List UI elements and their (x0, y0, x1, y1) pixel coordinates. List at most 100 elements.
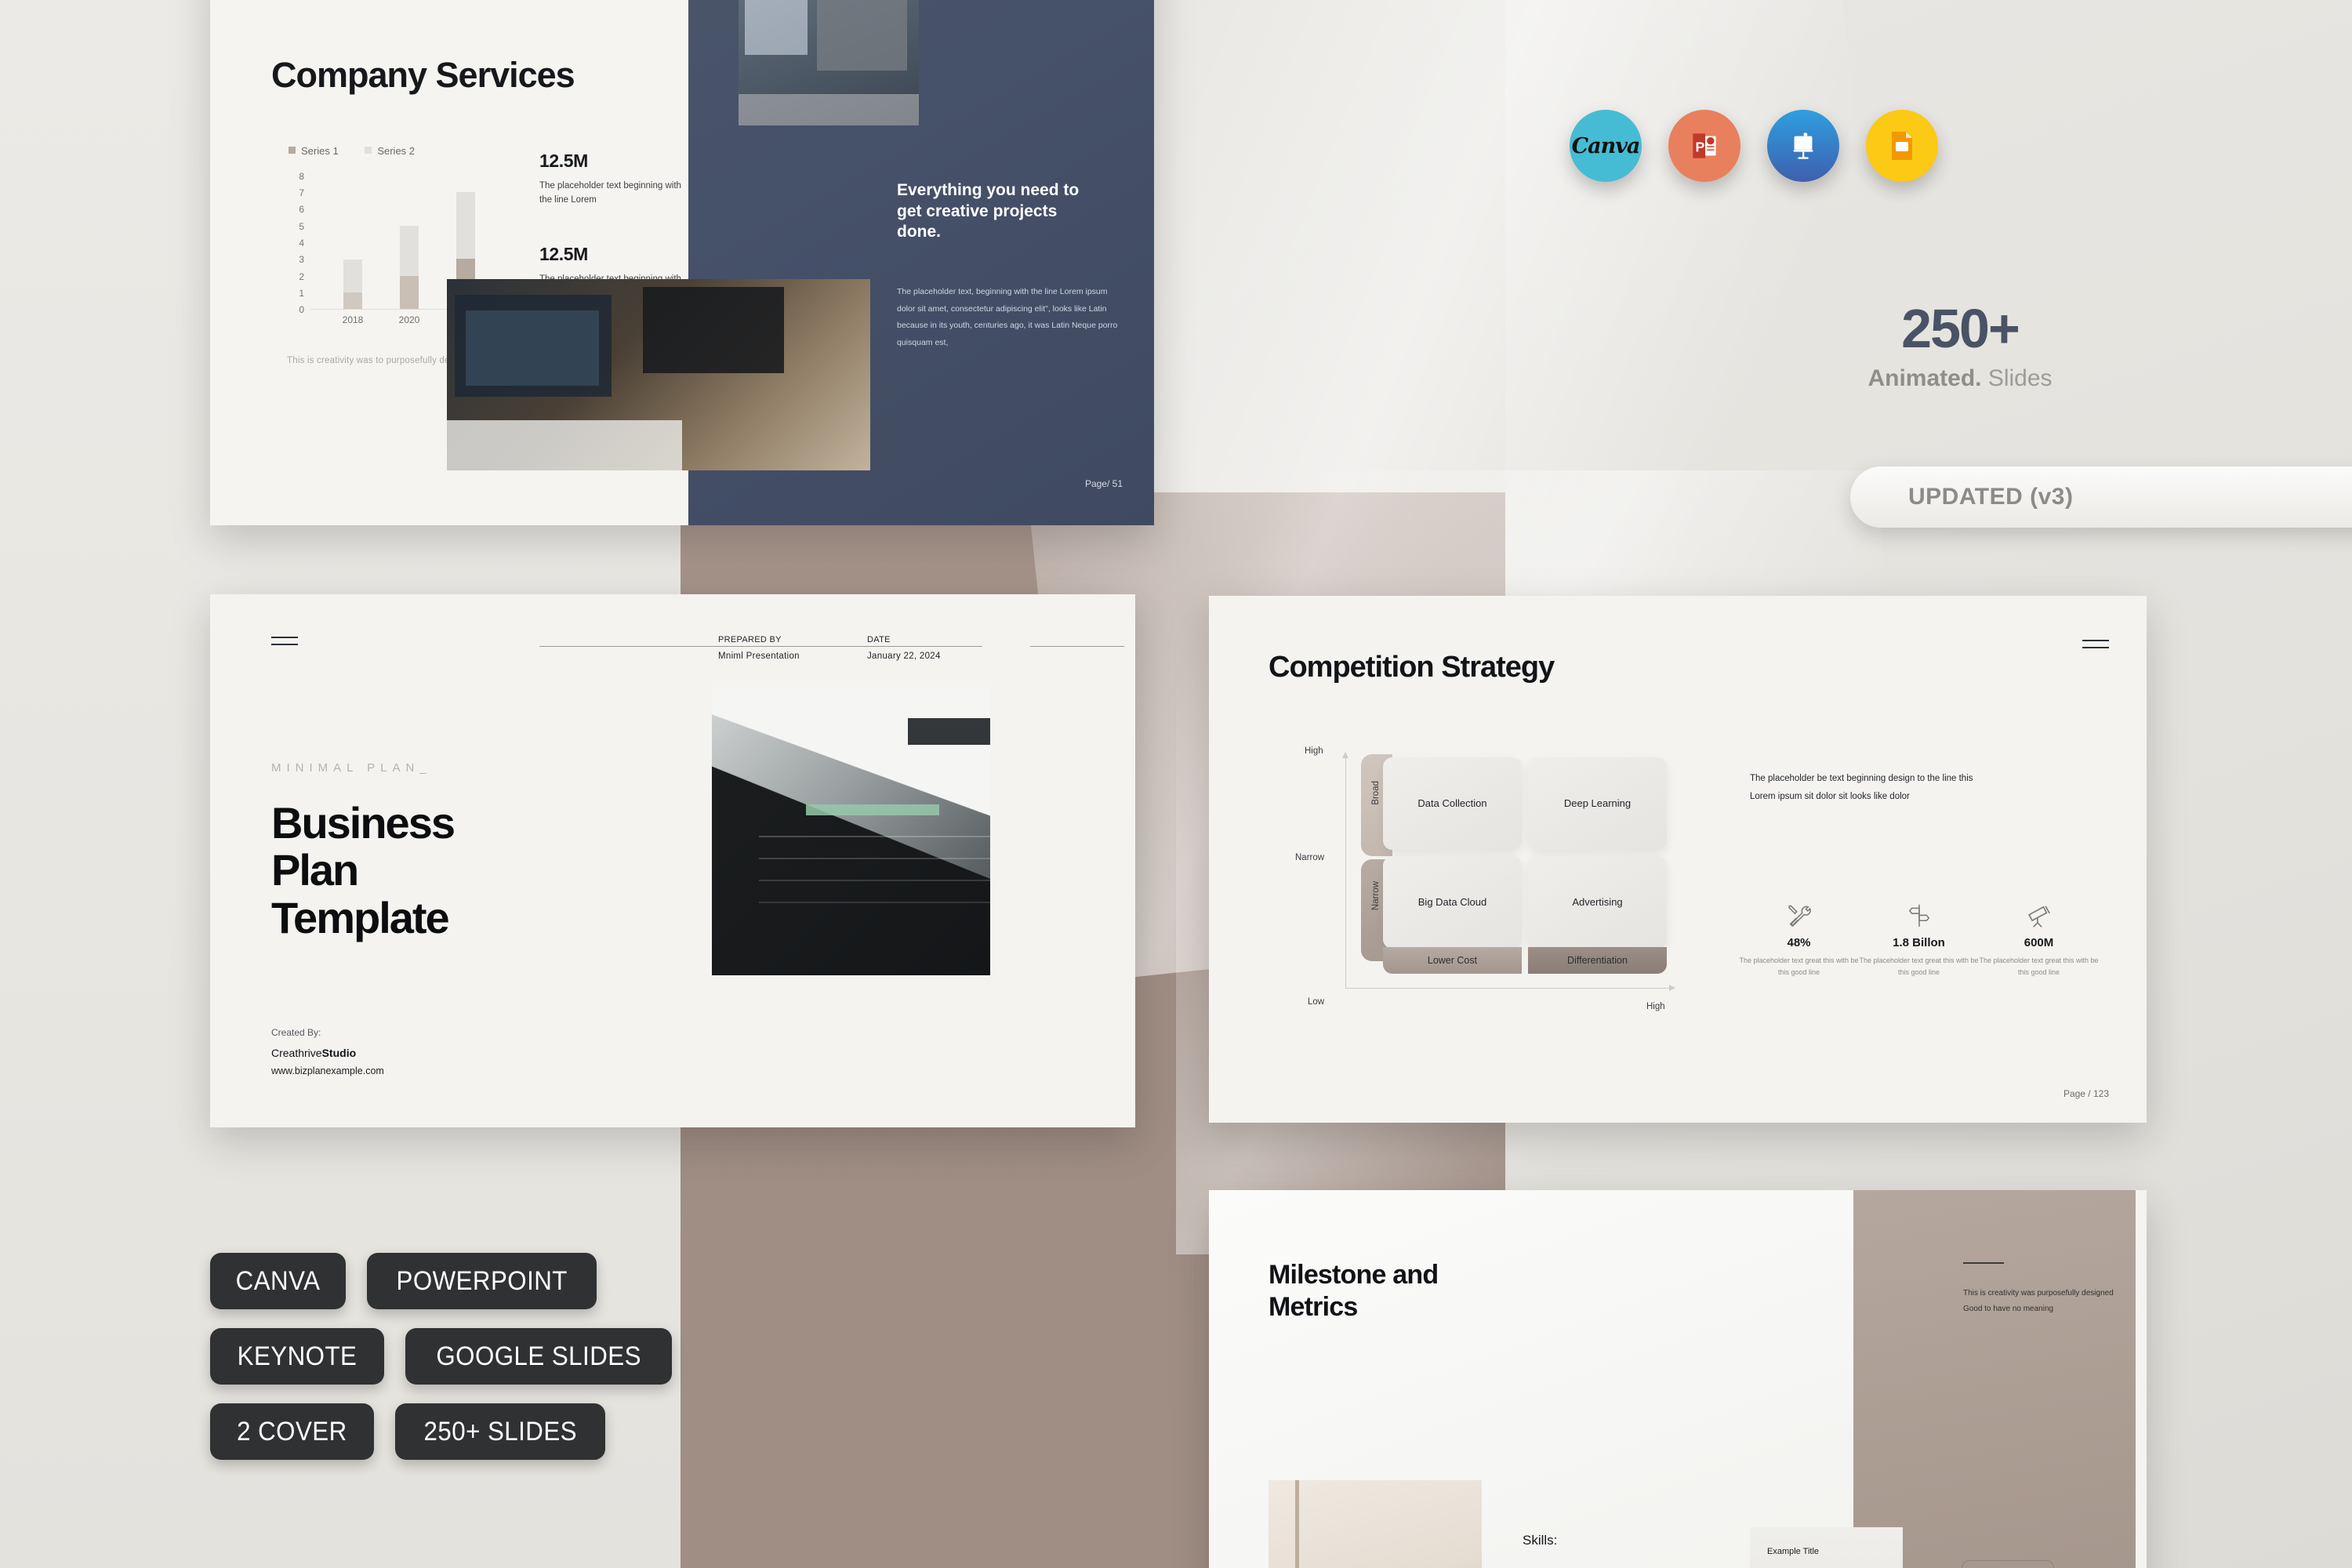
powerpoint-icon[interactable]: P (1668, 110, 1740, 182)
card-row-title: Example Title (1767, 1547, 1820, 1556)
tan-note: This is creativity was purposefully desi… (1963, 1286, 2147, 1316)
stat-value: 12.5M (539, 151, 588, 171)
updated-label: UPDATED (v3) (1908, 484, 2074, 510)
matrix-cell-data-collection[interactable]: Data Collection (1383, 757, 1522, 850)
tools-icon (1739, 898, 1859, 933)
hamburger-menu-icon[interactable] (2082, 640, 2109, 654)
photo-man-on-phone (739, 0, 919, 125)
services-headline: Everything you need to get creative proj… (897, 181, 1080, 241)
milestone-white-panel: Milestone and Metrics Skills: 60% 40% (1209, 1190, 1853, 1568)
stat-caption: The placeholder text great this with be … (1979, 956, 2099, 976)
matrix-grid: Broad Narrow Data Collection Deep Learni… (1361, 754, 1673, 974)
tan-note-line-2: Good to have no meaning (1963, 1304, 2054, 1313)
google-slides-icon[interactable] (1866, 110, 1938, 182)
stat-item-signpost: 1.8 Billon The placeholder text great th… (1859, 898, 1979, 978)
stat-value: 48% (1787, 936, 1811, 949)
stat-item-tools: 48% The placeholder text great this with… (1739, 898, 1859, 978)
chip-row-2: KEYNOTE GOOGLE SLIDES (210, 1328, 806, 1385)
studio-name: CreathriveStudio (271, 1047, 356, 1059)
chip-canva[interactable]: CANVA (210, 1253, 347, 1309)
keynote-icon[interactable] (1767, 110, 1839, 182)
photo-interior-chair (1269, 1480, 1482, 1568)
services-right-panel: Everything you need to get creative proj… (447, 0, 1154, 525)
stat-text: The placeholder text beginning with the … (539, 181, 681, 205)
svg-text:P: P (1696, 139, 1705, 154)
chip-250-slides[interactable]: 250+ SLIDES (394, 1403, 606, 1460)
skills-label: Skills: (1523, 1533, 1558, 1548)
matrix-cell-deep-learning[interactable]: Deep Learning (1528, 757, 1667, 850)
milestone-info-card: Example Title Sep 28, 2024 (1750, 1527, 1903, 1568)
slide-milestone-metrics[interactable]: This is creativity was purposefully desi… (1209, 1190, 2147, 1568)
chip-google-slides[interactable]: GOOGLE SLIDES (405, 1328, 673, 1385)
slide-company-services[interactable]: Company Services Series 1 Series 2 8 7 6… (210, 0, 1154, 525)
stat-caption: The placeholder text great this with be … (1739, 956, 1859, 976)
prepared-by-value: Mniml Presentation (718, 652, 800, 661)
website-url: www.bizplanexample.com (271, 1065, 384, 1076)
strategy-stat-row: 48% The placeholder text great this with… (1739, 898, 2100, 978)
date-label: DATE (867, 635, 891, 644)
hamburger-menu-icon[interactable] (271, 637, 298, 651)
stat-value: 600M (2024, 936, 2054, 949)
page-number: Page / 123 (2063, 1088, 2109, 1099)
created-by-label: Created By: (271, 1027, 321, 1038)
title-line-1: Milestone and (1269, 1260, 1439, 1290)
matrix-cell-big-data-cloud[interactable]: Big Data Cloud (1383, 856, 1522, 949)
slide-competition-strategy[interactable]: Competition Strategy High Narrow Low Hig… (1209, 596, 2147, 1123)
title-line-2: Plan (271, 845, 359, 895)
canva-icon[interactable]: Canva (1570, 110, 1642, 182)
photo-architecture (712, 687, 990, 975)
page-title: Company Services (271, 55, 575, 95)
app-badge-row: Canva P (1570, 110, 1938, 182)
bar-2018 (343, 260, 362, 309)
strategy-paragraph: The placeholder be text beginning design… (1750, 774, 1973, 801)
slide-count-number: 250+ (1901, 298, 2020, 359)
stat-item-telescope: 600M The placeholder text great this wit… (1979, 898, 2099, 978)
keynote-glyph (1793, 132, 1813, 159)
chip-powerpoint[interactable]: POWERPOINT (367, 1253, 597, 1309)
chip-row-3: 2 COVER 250+ SLIDES (210, 1403, 806, 1460)
strategy-matrix: High Narrow Low High Broad Narrow Data C… (1295, 746, 1681, 1011)
prepared-by-block: PREPARED BY Mniml Presentation (718, 635, 800, 661)
matrix-cell-advertising[interactable]: Advertising (1528, 856, 1667, 949)
page-title: Business Plan Template (271, 799, 456, 942)
date-value: January 22, 2024 (867, 652, 941, 661)
milestone-button[interactable]: Milestone (1962, 1560, 2054, 1568)
stat-block-1: 12.5M The placeholder text beginning wit… (539, 151, 688, 208)
chart-y-axis: 8 7 6 5 4 3 2 1 0 (299, 171, 304, 315)
chip-row-1: CANVA POWERPOINT (210, 1253, 806, 1309)
stat-caption: The placeholder text great this with be … (1859, 956, 1979, 976)
row-tab-broad-label: Broad (1371, 781, 1381, 805)
services-stat-list: 12.5M The placeholder text beginning wit… (539, 151, 688, 301)
legend-item-series-2: Series 2 (365, 145, 415, 157)
studio-light: Creathrive (271, 1047, 322, 1059)
page-title: Competition Strategy (1269, 651, 1555, 684)
chart-legend: Series 1 Series 2 (289, 145, 438, 157)
legend-item-series-1: Series 1 (289, 145, 339, 157)
updated-badge: UPDATED (v3) (1850, 466, 2352, 528)
column-tab-differentiation: Differentiation (1528, 947, 1667, 974)
mockup-canvas: Company Services Series 1 Series 2 8 7 6… (0, 0, 2352, 1568)
bar-2020 (400, 226, 419, 309)
studio-bold: Studio (321, 1047, 357, 1059)
matrix-x-axis (1345, 985, 1675, 991)
chip-keynote[interactable]: KEYNOTE (210, 1328, 384, 1385)
photo-laptop-desk (447, 279, 870, 470)
slide-business-plan[interactable]: PREPARED BY Mniml Presentation DATE Janu… (210, 594, 1135, 1127)
stat-value: 12.5M (539, 243, 588, 264)
milestone-tan-panel: This is creativity was purposefully desi… (1853, 1190, 2136, 1568)
x-tick-2020: 2020 (398, 314, 420, 325)
axis-label-narrow-y: Narrow (1295, 853, 1325, 862)
telescope-icon (1979, 898, 2099, 933)
matrix-y-axis (1342, 752, 1348, 988)
signpost-icon (1859, 898, 1979, 933)
services-body-text: The placeholder text, beginning with the… (897, 287, 1118, 347)
google-slides-glyph (1892, 132, 1912, 160)
row-tab-narrow-label: Narrow (1371, 881, 1381, 911)
page-title: Milestone and Metrics (1269, 1259, 1439, 1324)
kicker-text: MINIMAL PLAN_ (271, 761, 432, 775)
divider-dash (1963, 1262, 2004, 1264)
powerpoint-glyph: P (1693, 133, 1716, 158)
slide-count-subtitle: Animated. Slides (1867, 365, 2053, 391)
format-chip-list: CANVA POWERPOINT KEYNOTE GOOGLE SLIDES 2… (210, 1253, 806, 1479)
chip-2-cover[interactable]: 2 COVER (210, 1403, 374, 1460)
